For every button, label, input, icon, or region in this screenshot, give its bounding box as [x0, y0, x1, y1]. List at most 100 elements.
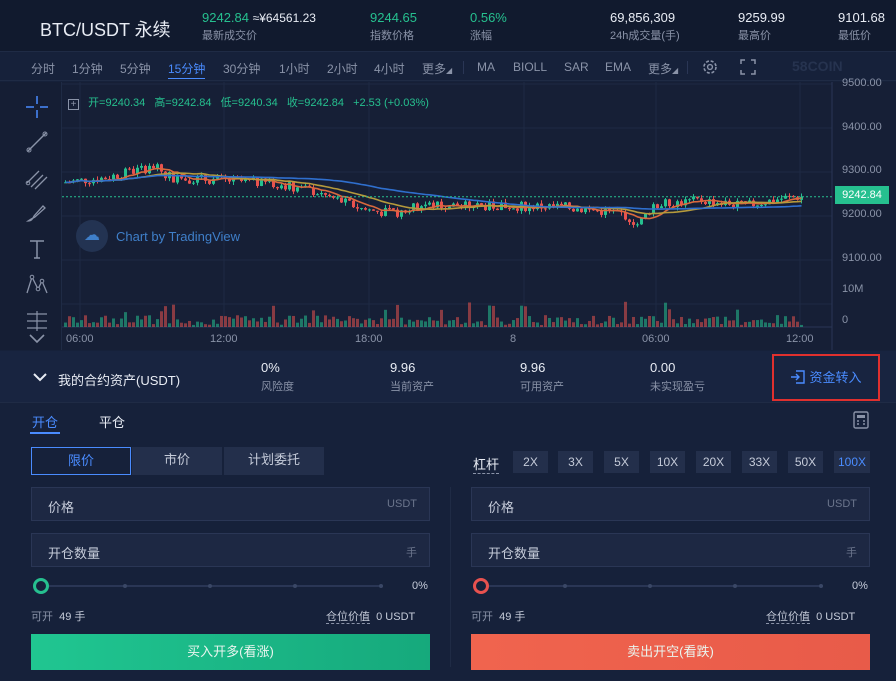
volume-bar	[668, 309, 671, 327]
candle-body	[636, 224, 639, 226]
assets-title[interactable]: 我的合约资产(USDT)	[58, 370, 180, 389]
volume-bar	[160, 311, 163, 327]
sell-percent-slider[interactable]	[473, 578, 823, 594]
calculator-icon[interactable]	[853, 411, 869, 429]
leverage-option[interactable]: 2X	[513, 451, 548, 473]
volume-tick: 10M	[842, 283, 864, 295]
volume-bar	[560, 317, 563, 327]
price-tick: 9300.00	[842, 164, 882, 176]
interval-tab[interactable]: 2小时	[327, 60, 358, 77]
volume-bar	[244, 316, 247, 327]
slider-handle[interactable]	[33, 578, 49, 594]
order-type-limit[interactable]: 限价	[31, 447, 131, 475]
brush-icon[interactable]	[24, 200, 50, 226]
leverage-option[interactable]: 10X	[650, 451, 685, 473]
volume-bar	[776, 315, 779, 327]
volume-bar	[84, 315, 87, 327]
leverage-option[interactable]: 20X	[696, 451, 731, 473]
volume-bar	[416, 319, 419, 327]
volume-bar	[488, 305, 491, 327]
volume-bar	[524, 306, 527, 327]
volume-bar	[752, 320, 755, 327]
interval-tab[interactable]: 5分钟	[120, 60, 151, 77]
fund-transfer-button[interactable]: 资金转入	[772, 354, 880, 401]
volume-bar	[744, 322, 747, 327]
interval-tab[interactable]: 1分钟	[72, 60, 103, 77]
volume-bar	[228, 317, 231, 327]
volume-bar	[104, 315, 107, 327]
buy-price-input[interactable]: 价格 USDT	[31, 487, 430, 521]
order-type-plan[interactable]: 计划委托	[224, 447, 324, 475]
order-panel: 开仓 平仓 限价 市价 计划委托 杠杆 2X 3X 5X 10X 20X 33X…	[0, 403, 896, 681]
symbol-title[interactable]: BTC/USDT 永续	[40, 16, 171, 42]
candle-body	[384, 207, 387, 216]
leverage-option[interactable]: 33X	[742, 451, 777, 473]
gear-icon[interactable]	[701, 58, 719, 76]
candle-body	[764, 204, 767, 206]
indicator-ema[interactable]: EMA	[605, 60, 631, 74]
index-price-label: 指数价格	[370, 30, 414, 42]
sell-short-button[interactable]: 卖出开空(看跌)	[471, 634, 870, 670]
plus-icon[interactable]: +	[68, 99, 79, 110]
candle-body	[132, 168, 135, 174]
leverage-option[interactable]: 5X	[604, 451, 639, 473]
app-window: BTC/USDT 永续 9242.84 ≈¥64561.23 最新成交价 924…	[0, 0, 896, 681]
buy-long-button[interactable]: 买入开多(看涨)	[31, 634, 430, 670]
pattern-icon[interactable]	[24, 272, 50, 298]
fib-channel-icon[interactable]	[24, 165, 50, 191]
indicator-ma[interactable]: MA	[477, 60, 495, 74]
indicator-more[interactable]: 更多◢	[648, 60, 678, 77]
interval-tab[interactable]: 分时	[31, 60, 55, 77]
candle-body	[496, 208, 499, 211]
volume-bar	[356, 318, 359, 327]
leverage-option-active[interactable]: 100X	[834, 451, 870, 473]
price-chart[interactable]: + 开=9240.34 高=9242.84 低=9240.34 收=9242.8…	[62, 77, 896, 350]
trendline-icon[interactable]	[24, 129, 50, 155]
interval-tab-active[interactable]: 15分钟	[168, 60, 206, 79]
indicator-bioll[interactable]: BIOLL	[513, 60, 547, 74]
chevron-down-icon[interactable]	[32, 371, 48, 383]
volume-bar	[376, 324, 379, 327]
volume-bar	[564, 320, 567, 327]
text-tool-icon[interactable]	[24, 236, 50, 262]
volume-bar	[136, 315, 139, 327]
divider	[687, 61, 688, 74]
interval-tab[interactable]: 30分钟	[223, 60, 260, 77]
tab-close-position[interactable]: 平仓	[99, 412, 125, 431]
volume-bar	[576, 318, 579, 327]
chevron-down-icon[interactable]	[24, 330, 50, 348]
candle-body	[356, 207, 359, 209]
volume-bar	[184, 323, 187, 327]
volume-bar	[796, 321, 799, 327]
candle-body	[380, 211, 383, 216]
candle-body	[572, 208, 575, 212]
interval-more[interactable]: 更多◢	[422, 60, 452, 77]
volume-bar	[572, 322, 575, 327]
sell-price-input[interactable]: 价格 USDT	[471, 487, 870, 521]
chart-canvas[interactable]	[62, 82, 896, 350]
buy-percent-value: 0%	[412, 580, 428, 592]
leverage-option[interactable]: 50X	[788, 451, 823, 473]
volume-bar	[444, 324, 447, 327]
interval-tab[interactable]: 1小时	[279, 60, 310, 77]
slider-handle[interactable]	[473, 578, 489, 594]
candle-body	[772, 199, 775, 203]
candle-body	[316, 194, 319, 196]
volume-bar	[304, 315, 307, 327]
volume-bar	[320, 322, 323, 327]
candle-body	[288, 182, 291, 190]
sell-quantity-input[interactable]: 开仓数量手	[471, 533, 870, 567]
volume-bar	[128, 322, 131, 327]
fullscreen-icon[interactable]	[739, 58, 757, 76]
candle-body	[352, 200, 355, 208]
buy-quantity-input[interactable]: 开仓数量手	[31, 533, 430, 567]
buy-percent-slider[interactable]	[33, 578, 383, 594]
indicator-sar[interactable]: SAR	[564, 60, 589, 74]
candle-body	[392, 208, 395, 210]
tab-open-position[interactable]: 开仓	[32, 412, 58, 431]
candle-body	[112, 174, 115, 180]
interval-tab[interactable]: 4小时	[374, 60, 405, 77]
leverage-option[interactable]: 3X	[558, 451, 593, 473]
order-type-market[interactable]: 市价	[132, 447, 222, 475]
crosshair-icon[interactable]	[24, 94, 50, 120]
